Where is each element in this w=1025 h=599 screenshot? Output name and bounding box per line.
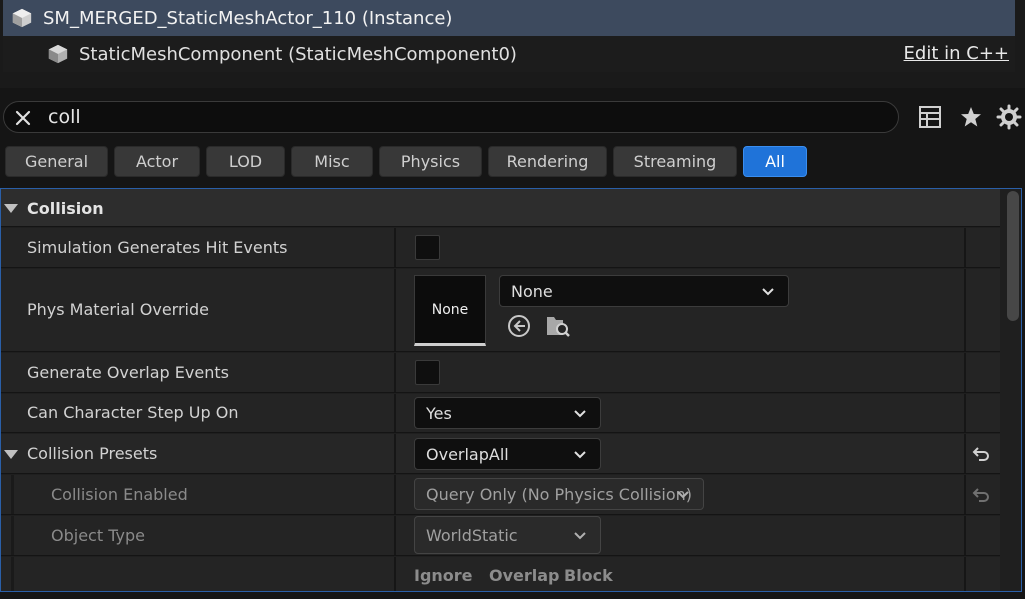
tab-physics[interactable]: Physics: [379, 146, 482, 177]
tree-item-component[interactable]: StaticMeshComponent (StaticMeshComponent…: [3, 36, 1015, 72]
tab-streaming[interactable]: Streaming: [613, 146, 737, 177]
close-icon[interactable]: [12, 107, 34, 129]
property-label: Generate Overlap Events: [27, 363, 229, 382]
scrollbar-thumb[interactable]: [1007, 191, 1019, 321]
property-row-collision-presets[interactable]: Collision Presets OverlapAll: [1, 434, 1000, 474]
browse-asset-icon[interactable]: [545, 313, 571, 339]
object-type-dropdown[interactable]: WorldStatic: [414, 516, 601, 554]
tab-actor[interactable]: Actor: [114, 146, 200, 177]
property-row-responses-header: Ignore Overlap Block: [1, 557, 1000, 591]
category-label: Collision: [27, 199, 104, 218]
table-view-icon[interactable]: [917, 104, 943, 130]
collision-presets-dropdown[interactable]: OverlapAll: [414, 438, 601, 470]
property-label: Phys Material Override: [27, 300, 209, 319]
component-tree: SM_MERGED_StaticMeshActor_110 (Instance)…: [0, 0, 1025, 88]
tree-item-actor[interactable]: SM_MERGED_StaticMeshActor_110 (Instance): [3, 0, 1015, 36]
tab-general[interactable]: General: [5, 146, 108, 177]
search-box: [3, 101, 899, 133]
chevron-down-icon: [762, 288, 774, 296]
actor-label: SM_MERGED_StaticMeshActor_110 (Instance): [43, 7, 453, 29]
property-row-object-type: Object Type WorldStatic: [1, 516, 1000, 556]
dropdown-value: Yes: [426, 404, 452, 423]
component-label: StaticMeshComponent (StaticMeshComponent…: [79, 43, 517, 65]
edit-in-cpp-link[interactable]: Edit in C++: [904, 43, 1009, 64]
tab-misc[interactable]: Misc: [291, 146, 373, 177]
search-input[interactable]: [48, 104, 868, 130]
dropdown-value: None: [511, 282, 553, 301]
property-label: Object Type: [51, 526, 145, 545]
phys-material-dropdown[interactable]: None: [499, 275, 789, 307]
chevron-down-icon: [677, 491, 689, 499]
property-row-sim-hit: Simulation Generates Hit Events: [1, 228, 1000, 268]
details-panel: Collision Simulation Generates Hit Event…: [0, 188, 1022, 592]
property-label: Collision Enabled: [51, 485, 188, 504]
response-overlap-header: Overlap: [489, 566, 560, 585]
dropdown-value: WorldStatic: [426, 526, 518, 545]
property-row-collision-enabled: Collision Enabled Query Only (No Physics…: [1, 475, 1000, 515]
use-selected-icon[interactable]: [507, 314, 531, 338]
chevron-down-icon: [574, 410, 586, 418]
dropdown-value: OverlapAll: [426, 445, 509, 464]
dropdown-value: Query Only (No Physics Collision): [426, 485, 693, 504]
star-icon[interactable]: [958, 104, 984, 130]
static-mesh-icon: [48, 44, 68, 64]
reset-to-default-icon[interactable]: [971, 485, 991, 505]
collapse-triangle-icon[interactable]: [4, 204, 18, 213]
reset-to-default-icon[interactable]: [971, 444, 991, 464]
chevron-down-icon: [574, 532, 586, 540]
property-row-overlap-events: Generate Overlap Events: [1, 353, 1000, 393]
step-up-dropdown[interactable]: Yes: [414, 397, 601, 429]
gear-icon[interactable]: [996, 104, 1022, 130]
overlap-events-checkbox[interactable]: [415, 360, 440, 385]
property-row-step-up: Can Character Step Up On Yes: [1, 394, 1000, 433]
property-row-phys-material: Phys Material Override None None: [1, 269, 1000, 352]
category-collision[interactable]: Collision: [1, 189, 1000, 227]
property-label: Simulation Generates Hit Events: [27, 238, 288, 257]
property-label: Can Character Step Up On: [27, 403, 239, 422]
tab-all[interactable]: All: [743, 146, 807, 177]
sim-hit-checkbox[interactable]: [415, 235, 440, 260]
tab-lod[interactable]: LOD: [206, 146, 285, 177]
response-ignore-header: Ignore: [414, 566, 473, 585]
asset-thumbnail[interactable]: None: [414, 275, 486, 346]
collision-enabled-dropdown[interactable]: Query Only (No Physics Collision): [414, 478, 704, 510]
chevron-down-icon: [574, 451, 586, 459]
property-label: Collision Presets: [27, 444, 158, 463]
actor-cube-icon: [12, 8, 32, 28]
tab-rendering[interactable]: Rendering: [488, 146, 607, 177]
response-block-header: Block: [564, 566, 613, 585]
collapse-triangle-icon[interactable]: [4, 450, 18, 459]
